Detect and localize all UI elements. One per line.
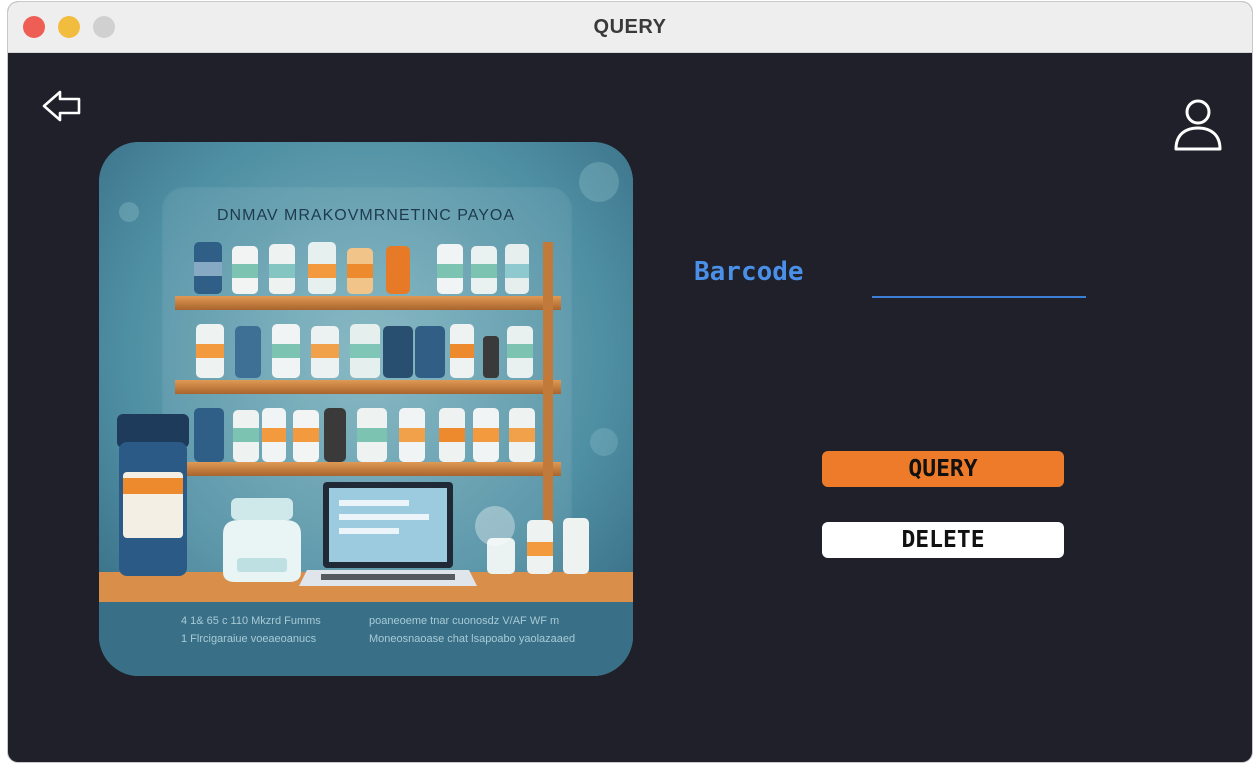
back-arrow-icon xyxy=(42,90,81,122)
query-button[interactable]: QUERY xyxy=(822,451,1064,487)
window-title: QUERY xyxy=(593,16,667,38)
hero-headline: DNMAV MRAKOVMRNETINC PAYOA xyxy=(217,207,515,224)
back-button[interactable] xyxy=(40,86,84,126)
hero-caption-line2: 1 Flrcigaraiue voeaeoanucs xyxy=(181,633,317,645)
pharmacy-shelf-illustration: DNMAV MRAKOVMRNETINC PAYOA 4 1& 65 c 110… xyxy=(99,142,633,676)
barcode-label: Barcode xyxy=(694,257,804,287)
title-bar: QUERY xyxy=(8,2,1252,53)
hero-caption-line4: Moneosnaoase chat lsapoabo yaolazaaed xyxy=(369,633,575,645)
barcode-input[interactable] xyxy=(872,266,1086,298)
user-profile-button[interactable] xyxy=(1168,94,1228,154)
hero-caption-line3: poaneoeme tnar cuonosdz V/AF WF m xyxy=(369,615,559,627)
hero-caption-line1: 4 1& 65 c 110 Mkzrd Fumms xyxy=(181,615,321,627)
delete-button[interactable]: DELETE xyxy=(822,522,1064,558)
app-window: QUERY DNMAV MRAKOVMRNETINC PAYOA 4 1& 65… xyxy=(8,2,1252,762)
user-icon xyxy=(1174,99,1222,151)
